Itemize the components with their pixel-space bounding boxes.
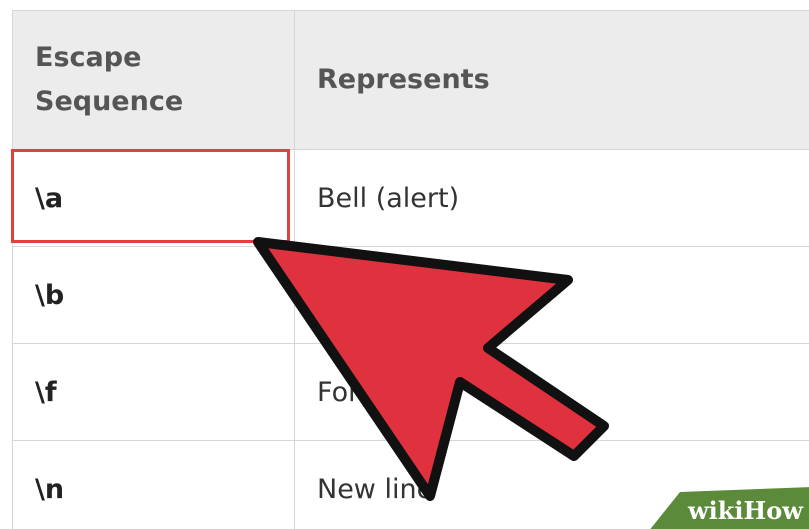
screenshot: Escape Sequence Represents \a Bell (aler… xyxy=(0,0,809,529)
watermark-text: wikiHow xyxy=(688,496,803,525)
arrow-pointer-icon xyxy=(253,237,609,501)
